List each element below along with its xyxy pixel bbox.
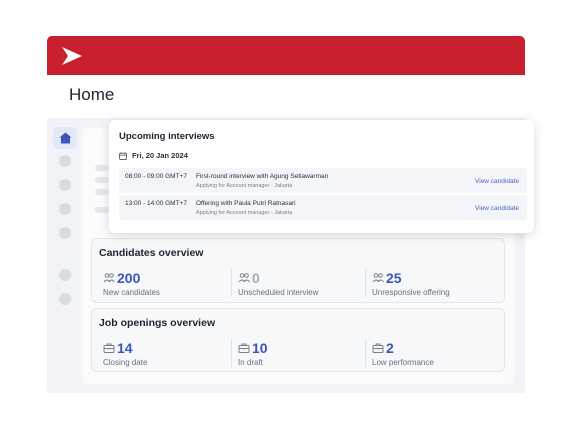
interview-subtitle: Applying for Account manager - Jakarta (196, 210, 293, 216)
interview-time: 08:00 - 09:00 GMT+7 (125, 173, 187, 180)
sidebar-item[interactable] (59, 179, 71, 191)
people-icon (372, 273, 384, 283)
stat-closing-date[interactable]: 14 Closing date (103, 340, 237, 370)
top-bar (47, 36, 525, 75)
calendar-icon (119, 151, 127, 160)
placeholder-line (95, 165, 109, 171)
stat-label: Closing date (103, 358, 148, 367)
date-label: Fri, 20 Jan 2024 (132, 151, 188, 160)
stat-value: 2 (386, 340, 394, 356)
stat-label: Unresponsive offering (372, 288, 450, 297)
candidates-overview-title: Candidates overview (99, 247, 204, 259)
view-candidate-link[interactable]: View candidate (475, 178, 519, 185)
interview-subtitle: Applying for Account manager - Jakarta (196, 183, 293, 189)
stat-in-draft[interactable]: 10 In draft (238, 340, 372, 370)
sidebar-item[interactable] (59, 155, 71, 167)
home-icon (59, 132, 71, 144)
stat-label: In draft (238, 358, 263, 367)
candidates-overview-card: Candidates overview 200 New candidates 0… (91, 238, 505, 303)
briefcase-icon (103, 343, 115, 353)
sidebar-item[interactable] (59, 269, 71, 281)
briefcase-icon (238, 343, 250, 353)
sidebar-item[interactable] (59, 227, 71, 239)
interview-row: 08:00 - 09:00 GMT+7 First-round intervie… (119, 168, 527, 193)
brand-logo-icon[interactable] (60, 45, 84, 67)
placeholder-line (95, 177, 109, 183)
upcoming-interviews-title: Upcoming interviews (119, 131, 215, 142)
sidebar-item[interactable] (59, 203, 71, 215)
stat-value: 200 (117, 270, 141, 286)
stat-label: Unscheduled interview (238, 288, 319, 297)
placeholder-line (95, 189, 109, 195)
stat-unscheduled-interview[interactable]: 0 Unscheduled interview (238, 270, 372, 300)
stat-value: 25 (386, 270, 402, 286)
people-icon (103, 273, 115, 283)
divider (365, 269, 366, 297)
interview-title: First-round interview with Agung Setiawa… (196, 173, 329, 180)
job-openings-overview-card: Job openings overview 14 Closing date 10… (91, 308, 505, 372)
stat-unresponsive-offering[interactable]: 25 Unresponsive offering (372, 270, 506, 300)
divider (365, 339, 366, 367)
interview-row: 13:00 - 14:00 GMT+7 Offering with Paula … (119, 195, 527, 220)
sidebar-item[interactable] (59, 293, 71, 305)
interview-time: 13:00 - 14:00 GMT+7 (125, 200, 187, 207)
divider (231, 339, 232, 367)
sidebar-item-home[interactable] (53, 127, 77, 149)
people-icon (238, 273, 250, 283)
divider (231, 269, 232, 297)
stat-value: 10 (252, 340, 268, 356)
briefcase-icon (372, 343, 384, 353)
stat-label: Low performance (372, 358, 434, 367)
stat-value: 0 (252, 270, 260, 286)
stat-label: New candidates (103, 288, 160, 297)
view-candidate-link[interactable]: View candidate (475, 205, 519, 212)
interview-title: Offering with Paula Putri Ratnasari (196, 200, 296, 207)
job-openings-overview-title: Job openings overview (99, 317, 216, 329)
date-header: Fri, 20 Jan 2024 (119, 151, 188, 160)
stat-value: 14 (117, 340, 133, 356)
upcoming-interviews-card: Upcoming interviews Fri, 20 Jan 2024 08:… (109, 120, 534, 233)
stat-new-candidates[interactable]: 200 New candidates (103, 270, 237, 300)
placeholder-line (95, 207, 109, 213)
page-title: Home (69, 85, 115, 104)
stat-low-performance[interactable]: 2 Low performance (372, 340, 506, 370)
